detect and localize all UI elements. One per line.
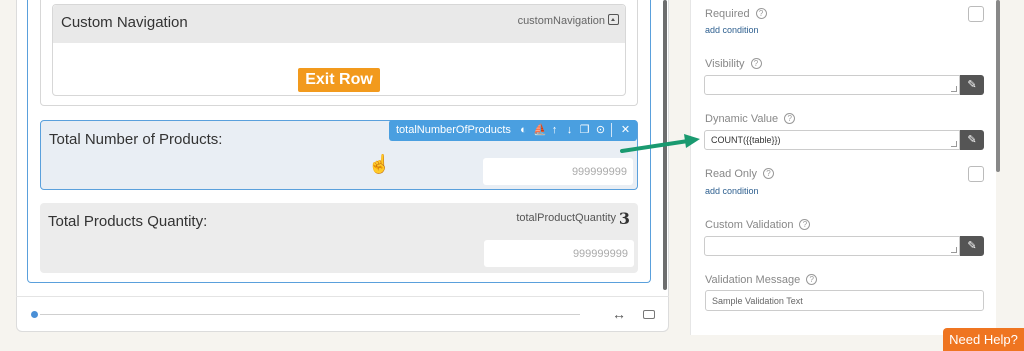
annotation-arrow <box>620 134 700 153</box>
need-help-button[interactable]: Need Help? <box>943 328 1024 351</box>
